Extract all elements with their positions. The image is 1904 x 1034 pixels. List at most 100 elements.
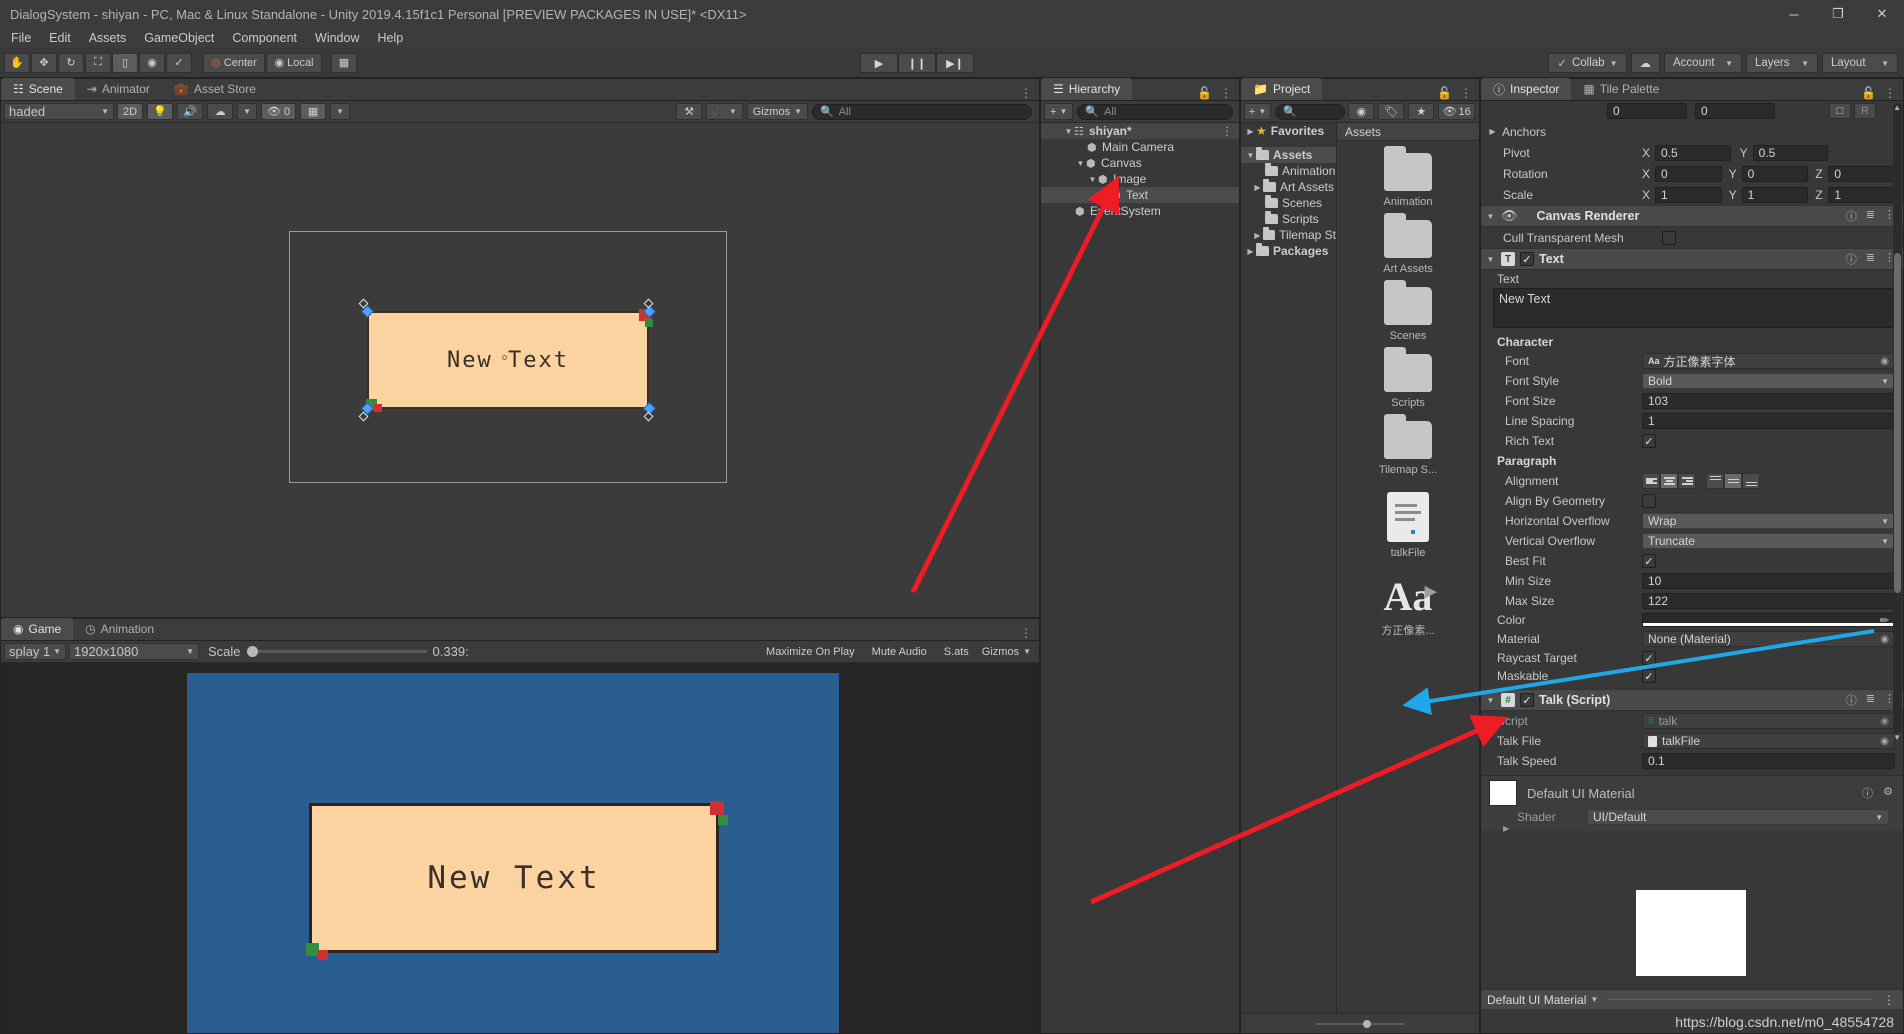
text-component-enabled-checkbox[interactable]: ✓ [1520, 252, 1534, 266]
chevron-down-icon[interactable]: ▼ [1063, 127, 1074, 136]
effects-dropdown[interactable]: ▼ [237, 103, 257, 120]
draw-mode-dropdown[interactable]: haded ▼ [4, 103, 114, 120]
asset-item-scripts[interactable]: Scripts [1337, 347, 1479, 409]
tab-inspector[interactable]: ⓘ Inspector [1481, 78, 1572, 100]
asset-item-art-assets[interactable]: Art Assets [1337, 213, 1479, 275]
raw-edit-mode-button[interactable]: R [1854, 103, 1876, 119]
font-style-dropdown[interactable]: Bold ▼ [1642, 373, 1895, 389]
tab-scene[interactable]: ☷ Scene [1, 78, 75, 100]
text-color-swatch[interactable] [1642, 613, 1895, 627]
pivot-mode-button[interactable]: ◎ Center [203, 52, 265, 73]
close-icon[interactable]: ✕ [1860, 0, 1904, 28]
layout-button[interactable]: Layout ▼ [1822, 53, 1898, 73]
step-button[interactable]: ▶❙ [936, 53, 974, 73]
talk-file-object-field[interactable]: talkFile ◉ [1642, 733, 1895, 749]
rich-text-checkbox[interactable]: ✓ [1642, 434, 1656, 448]
talk-script-enabled-checkbox[interactable]: ✓ [1520, 693, 1534, 707]
scale-y-field[interactable]: 1 [1741, 186, 1809, 203]
maximize-on-play-button[interactable]: Maximize On Play [758, 643, 863, 660]
asset-item-tilemap[interactable]: Tilemap S... [1337, 414, 1479, 476]
scale-z-field[interactable]: 1 [1828, 186, 1896, 203]
cloud-button[interactable]: ☁ [1630, 53, 1660, 73]
grid-snap-icon[interactable]: ▦ [331, 52, 357, 73]
menu-item-window[interactable]: Window [306, 28, 368, 48]
preset-icon[interactable]: ≣ [1866, 251, 1875, 267]
project-tree-tilemap[interactable]: ▶ Tilemap St [1241, 227, 1336, 243]
grid-dropdown[interactable]: ▼ [330, 103, 350, 120]
menu-item-component[interactable]: Component [223, 28, 306, 48]
component-header-canvas-renderer[interactable]: ▼ 👁 Canvas Renderer ⓘ ≣ ⋮ [1481, 205, 1903, 227]
project-zoom-slider[interactable] [1315, 1019, 1405, 1028]
tab-game[interactable]: ◉ Game [1, 618, 74, 640]
vertical-overflow-dropdown[interactable]: Truncate ▼ [1642, 533, 1895, 549]
hierarchy-panel-menu[interactable]: ⋮ [1220, 86, 1232, 100]
hidden-packages-toggle[interactable]: 👁 16 [1438, 103, 1475, 120]
hierarchy-item-shiyan[interactable]: ▼ ☷ shiyan* ⋮ [1041, 123, 1239, 139]
pivot-rotation-button[interactable]: ◉ Local [266, 52, 322, 73]
tab-hierarchy[interactable]: ☰ Hierarchy [1041, 78, 1133, 100]
pause-button[interactable]: ❙❙ [898, 53, 936, 73]
lock-icon[interactable]: 🔓 [1437, 86, 1452, 100]
object-picker-icon[interactable]: ◉ [1880, 356, 1889, 367]
display-dropdown[interactable]: splay 1 ▼ [4, 643, 66, 660]
chevron-down-icon[interactable]: ▼ [1485, 696, 1496, 705]
cull-transparent-mesh-checkbox[interactable] [1662, 230, 1676, 245]
project-tree-scenes[interactable]: Scenes [1241, 195, 1336, 211]
pivot-y-field[interactable]: 0.5 [1752, 144, 1829, 161]
tab-project[interactable]: 📁 Project [1241, 78, 1323, 100]
help-icon[interactable]: ⓘ [1846, 208, 1857, 224]
scene-context-menu[interactable]: ⋮ [1221, 124, 1239, 138]
project-tree-favorites[interactable]: ▶ ★ Favorites [1241, 123, 1336, 139]
font-object-field[interactable]: Aa 方正像素字体 ◉ [1642, 353, 1895, 369]
rect-tool-icon[interactable]: ▯ [112, 52, 138, 73]
tab-animator[interactable]: ⇥ Animator [75, 78, 162, 100]
blueprint-mode-icon[interactable]: □ [1829, 103, 1851, 119]
project-zoom-knob[interactable] [1363, 1019, 1371, 1028]
eyedropper-icon[interactable]: ✏ [1880, 614, 1889, 627]
move-tool-icon[interactable]: ✥ [31, 52, 57, 73]
align-top-icon[interactable] [1706, 473, 1724, 489]
text-content-textarea[interactable]: New Text [1493, 288, 1895, 328]
min-size-field[interactable]: 10 [1642, 573, 1895, 589]
favorites-star-icon[interactable]: ★ [1408, 103, 1435, 120]
camera-settings-button[interactable]: 🎥 ▼ [706, 103, 743, 120]
font-size-field[interactable]: 103 [1642, 393, 1895, 409]
horizontal-overflow-dropdown[interactable]: Wrap ▼ [1642, 513, 1895, 529]
collab-button[interactable]: ✓ Collab ▼ [1548, 53, 1627, 73]
hidden-objects-toggle[interactable]: 👁 0 [260, 103, 297, 120]
scale-x-field[interactable]: 1 [1655, 186, 1722, 203]
menu-item-file[interactable]: File [2, 28, 40, 48]
material-object-field[interactable]: None (Material) ◉ [1642, 631, 1895, 647]
project-tree-scripts[interactable]: Scripts [1241, 211, 1336, 227]
game-viewport[interactable]: New Text [1, 663, 1039, 1033]
chevron-down-icon[interactable]: ▼ [1485, 212, 1496, 221]
align-middle-icon[interactable] [1724, 473, 1742, 489]
hierarchy-header-icons[interactable]: 🔓 ⋮ [1197, 86, 1239, 100]
rotation-x-field[interactable]: 0 [1655, 165, 1722, 182]
align-center-icon[interactable] [1660, 473, 1678, 489]
align-right-icon[interactable] [1678, 473, 1696, 489]
lighting-icon[interactable]: 💡 [147, 103, 174, 120]
align-by-geometry-checkbox[interactable] [1642, 494, 1656, 508]
chevron-right-icon[interactable]: ▶ [1252, 231, 1263, 240]
preset-icon[interactable]: ≣ [1866, 208, 1875, 224]
gear-icon[interactable]: ⚙ [1883, 785, 1893, 801]
best-fit-checkbox[interactable]: ✓ [1642, 554, 1656, 568]
footer-menu-icon[interactable]: ⋮ [1883, 993, 1903, 1007]
stats-button[interactable]: S.ats [936, 643, 977, 660]
tab-asset-store[interactable]: 💼 Asset Store [162, 78, 268, 100]
chevron-right-icon[interactable]: ▶ [1245, 127, 1256, 136]
hierarchy-item-image[interactable]: ▼ ⬢ Image [1041, 171, 1239, 187]
tab-tile-palette[interactable]: ▦ Tile Palette [1571, 78, 1671, 100]
scene-tools-icon[interactable]: ⚒ [676, 103, 703, 120]
asset-item-scenes[interactable]: Scenes [1337, 280, 1479, 342]
chevron-down-icon[interactable]: ▼ [1485, 255, 1496, 264]
lock-icon[interactable]: 🔓 [1197, 86, 1212, 100]
shader-dropdown[interactable]: UI/Default ▼ [1587, 809, 1889, 825]
rotate-tool-icon[interactable]: ↻ [58, 52, 84, 73]
transform-tool-icon[interactable]: ◉ [139, 52, 165, 73]
hierarchy-item-eventsystem[interactable]: ⬢ EventSystem [1041, 203, 1239, 219]
expand-arrow-icon[interactable]: ▶ [1503, 824, 1509, 833]
project-tree-packages[interactable]: ▶ Packages [1241, 243, 1336, 259]
hand-tool-icon[interactable]: ✋ [4, 52, 30, 73]
